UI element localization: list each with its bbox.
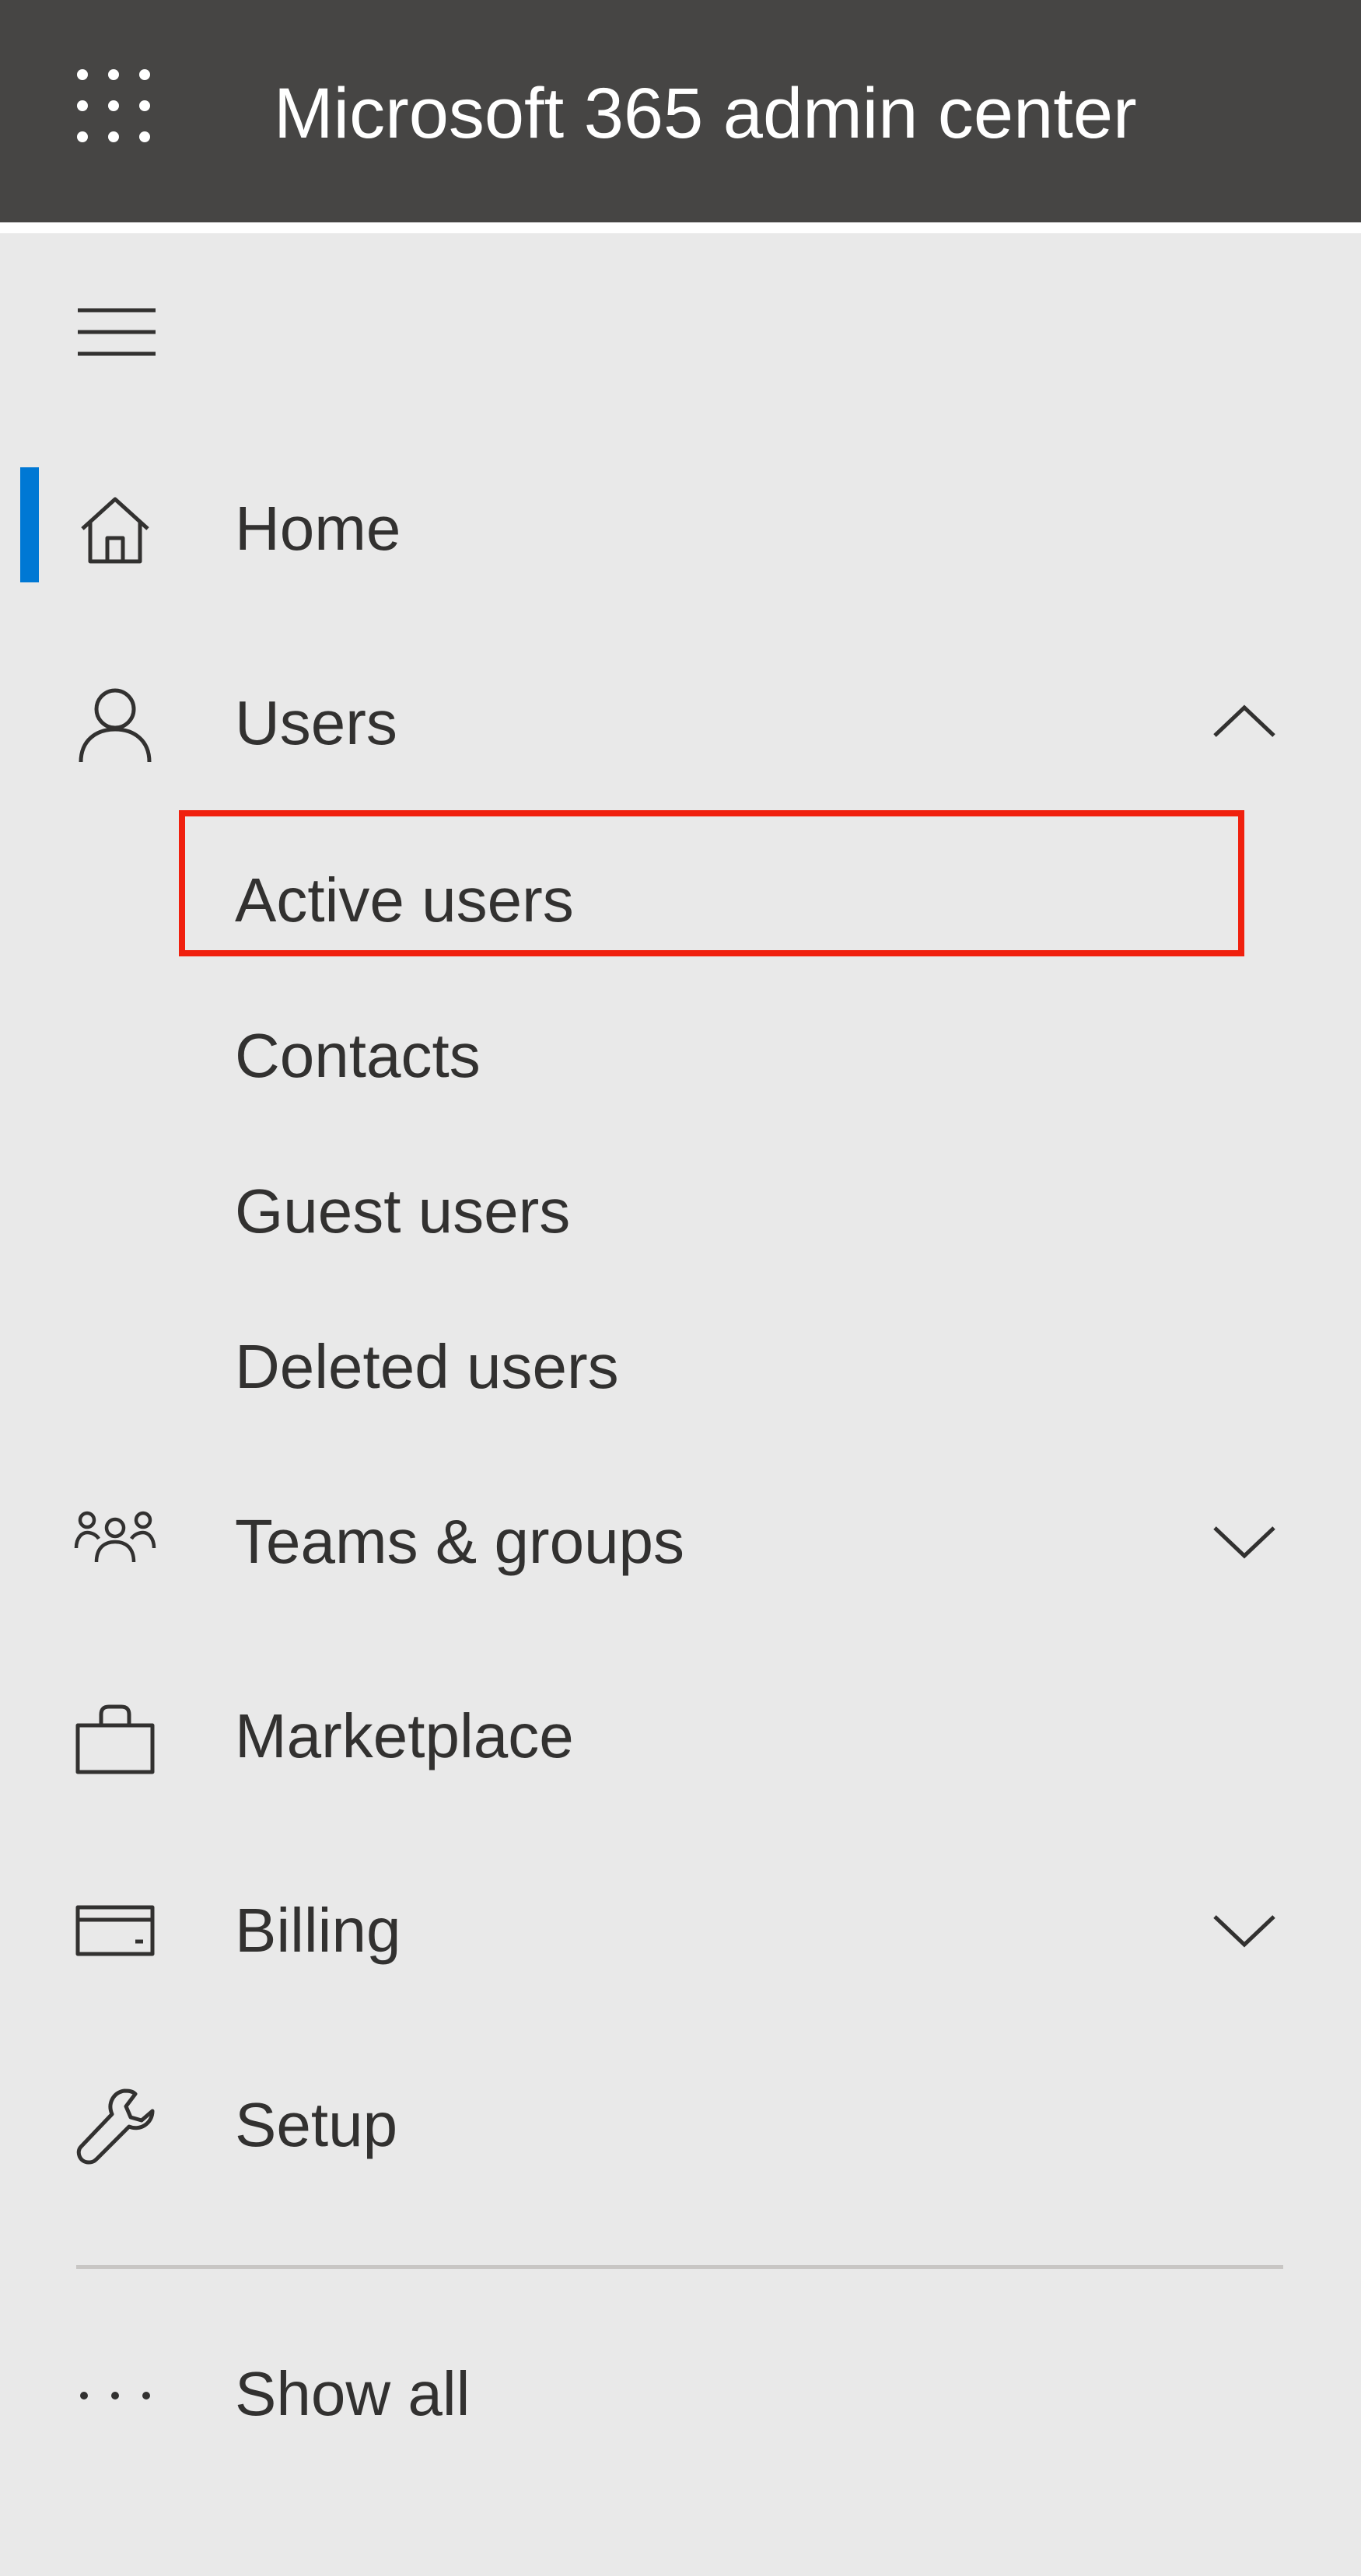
nav-item-users[interactable]: Users (0, 661, 1361, 785)
nav-item-label: Billing (235, 1896, 401, 1965)
sub-item-label: Contacts (235, 1021, 481, 1090)
chevron-down-icon[interactable] (1210, 1514, 1279, 1568)
header-separator (0, 222, 1361, 233)
nav-item-setup[interactable]: Setup (0, 2063, 1361, 2187)
nav-item-home[interactable]: Home (0, 467, 1361, 591)
more-dots-icon (75, 2355, 156, 2436)
credit-card-icon (75, 1892, 156, 1973)
app-title: Microsoft 365 admin center (274, 74, 1137, 153)
chevron-down-icon[interactable] (1210, 1903, 1279, 1957)
nav-item-label: Marketplace (235, 1701, 574, 1770)
hamburger-icon[interactable] (76, 307, 157, 362)
nav-item-billing[interactable]: Billing (0, 1868, 1361, 1993)
nav-divider (76, 2265, 1283, 2269)
app-header: Microsoft 365 admin center (0, 0, 1361, 222)
person-icon (75, 684, 156, 765)
sub-item-contacts[interactable]: Contacts (0, 978, 1361, 1134)
nav-item-teams-groups[interactable]: Teams & groups (0, 1480, 1361, 1604)
sub-item-deleted-users[interactable]: Deleted users (0, 1289, 1361, 1445)
sub-item-guest-users[interactable]: Guest users (0, 1134, 1361, 1289)
nav-item-show-all[interactable]: Show all (0, 2332, 1361, 2456)
chevron-up-icon[interactable] (1210, 695, 1279, 750)
waffle-icon[interactable] (76, 68, 154, 146)
nav-item-label: Show all (235, 2359, 471, 2428)
nav-item-label: Users (235, 688, 397, 757)
sub-item-label: Active users (235, 865, 574, 935)
sub-item-label: Guest users (235, 1176, 571, 1246)
home-icon (75, 490, 156, 571)
nav-item-marketplace[interactable]: Marketplace (0, 1674, 1361, 1798)
nav-item-label: Home (235, 494, 401, 563)
wrench-icon (75, 2086, 156, 2167)
sub-item-active-users[interactable]: Active users (0, 823, 1361, 978)
shopping-bag-icon (75, 1697, 156, 1778)
nav-item-label: Setup (235, 2090, 398, 2159)
people-group-icon (74, 1503, 156, 1584)
sub-item-label: Deleted users (235, 1332, 619, 1401)
nav-item-label: Teams & groups (235, 1507, 685, 1576)
